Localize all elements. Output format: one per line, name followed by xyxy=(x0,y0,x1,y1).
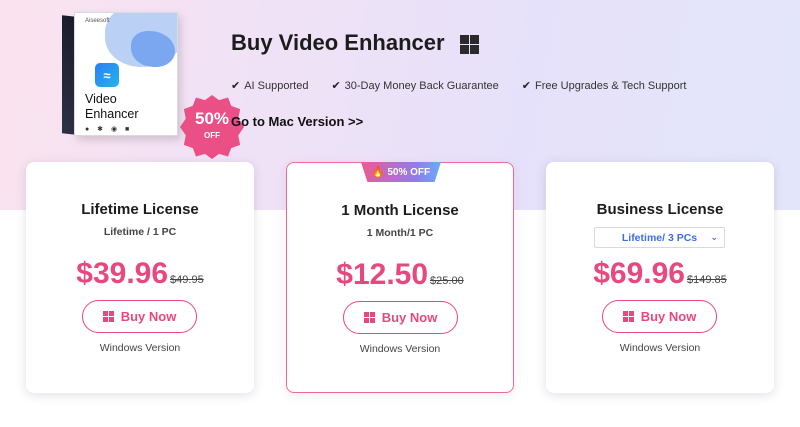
card-title: Lifetime License xyxy=(81,201,199,218)
feature-item: ✔ Free Upgrades & Tech Support xyxy=(521,79,687,93)
original-price: $25.00 xyxy=(430,275,464,287)
windows-icon xyxy=(102,311,114,322)
original-price: $149.85 xyxy=(687,274,727,286)
platform-label: Windows Version xyxy=(359,343,441,355)
box-front: Aiseesoft ≈ Video Enhancer ● ✱ ◉ ■ xyxy=(74,12,178,136)
platform-label: Windows Version xyxy=(99,342,181,354)
buy-now-button[interactable]: Buy Now xyxy=(82,300,197,333)
buy-now-button[interactable]: Buy Now xyxy=(343,301,458,334)
buy-now-button[interactable]: Buy Now xyxy=(602,300,717,333)
card-subtitle: Lifetime / 1 PC xyxy=(103,226,177,238)
platform-label: Windows Version xyxy=(619,342,701,354)
mac-version-link[interactable]: Go to Mac Version >> xyxy=(231,114,363,129)
current-price: $69.96 xyxy=(593,257,685,290)
feature-label: 30-Day Money Back Guarantee xyxy=(344,79,499,92)
price-row: $12.50 $25.00 xyxy=(287,258,513,292)
promo-label: 50% OFF xyxy=(387,166,431,178)
chevron-down-icon: ⌄ xyxy=(710,232,718,242)
feature-item: ✔ 30-Day Money Back Guarantee xyxy=(331,79,499,93)
feature-list: ✔ AI Supported ✔ 30-Day Money Back Guara… xyxy=(231,79,709,93)
current-price: $39.96 xyxy=(76,257,169,290)
price-row: $69.96 $149.85 xyxy=(546,257,774,291)
box-title-line1: Video xyxy=(85,92,117,106)
pricing-card-lifetime: Lifetime License Lifetime / 1 PC $39.96 … xyxy=(26,162,254,393)
box-brand: Aiseesoft xyxy=(85,18,110,24)
current-price: $12.50 xyxy=(336,258,429,291)
windows-icon xyxy=(622,311,634,322)
box-title-line2: Enhancer xyxy=(85,107,139,121)
check-icon: ✔ xyxy=(331,80,341,92)
feature-label: AI Supported xyxy=(244,79,309,92)
check-icon: ✔ xyxy=(231,80,241,92)
box-title: Video Enhancer xyxy=(85,92,139,122)
pricing-card-business: Business License Lifetime/ 3 PCs ⌄ $69.9… xyxy=(546,162,774,393)
feature-label: Free Upgrades & Tech Support xyxy=(534,79,687,92)
card-subtitle: 1 Month/1 PC xyxy=(366,227,434,239)
price-row: $39.96 $49.95 xyxy=(26,257,254,291)
buy-now-label: Buy Now xyxy=(640,309,697,324)
select-value: Lifetime/ 3 PCs xyxy=(621,231,698,244)
original-price: $49.95 xyxy=(170,274,204,286)
page-title: Buy Video Enhancer xyxy=(231,30,445,55)
check-icon: ✔ xyxy=(521,80,531,92)
discount-off: OFF xyxy=(204,131,220,140)
buy-now-label: Buy Now xyxy=(120,309,177,324)
pricing-card-monthly: 🔥 50% OFF 1 Month License 1 Month/1 PC $… xyxy=(286,162,514,393)
windows-icon xyxy=(363,312,375,323)
card-title: Business License xyxy=(596,201,724,218)
app-logo-icon: ≈ xyxy=(95,63,119,87)
fire-icon: 🔥 xyxy=(371,166,385,178)
feature-item: ✔ AI Supported xyxy=(231,79,309,93)
buy-now-label: Buy Now xyxy=(381,310,438,325)
windows-icon xyxy=(460,35,479,54)
license-plan-select[interactable]: Lifetime/ 3 PCs ⌄ xyxy=(594,227,725,248)
box-feature-icons: ● ✱ ◉ ■ xyxy=(85,126,133,133)
promo-badge: 🔥 50% OFF xyxy=(361,162,441,182)
product-box-image: Aiseesoft ≈ Video Enhancer ● ✱ ◉ ■ 50% O… xyxy=(62,12,244,159)
card-title: 1 Month License xyxy=(341,202,459,219)
